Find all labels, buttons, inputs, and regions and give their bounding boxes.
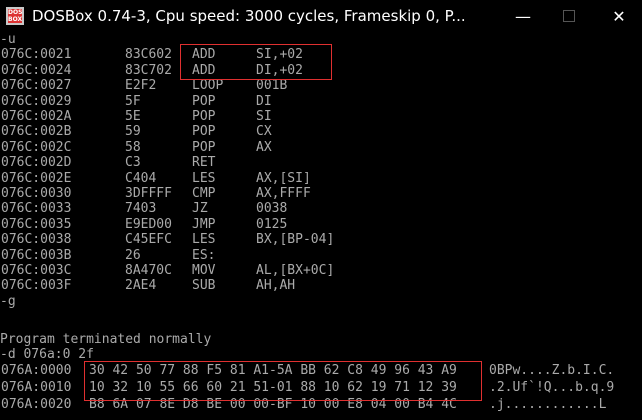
instruction-opcode: 2AE4: [125, 278, 157, 294]
instruction-opcode: 3DFFFF: [125, 186, 172, 201]
instruction-mnemonic: JZ: [192, 201, 208, 217]
instruction-operands: AX: [256, 139, 272, 155]
title-bar: DOS BOX DOSBox 0.74-3, Cpu speed: 3000 c…: [0, 0, 642, 32]
window-title: DOSBox 0.74-3, Cpu speed: 3000 cycles, F…: [32, 7, 466, 25]
instruction-mnemonic: LES: [192, 232, 216, 248]
instruction-operands: 0038: [256, 201, 288, 217]
instruction-opcode: 7403: [125, 201, 157, 217]
close-icon: ✕: [612, 6, 626, 26]
instruction-opcode: 26: [125, 247, 141, 263]
instruction-operands: 001B: [256, 78, 288, 94]
instruction-mnemonic: LES: [192, 170, 216, 186]
dump-ascii: .j............L: [489, 397, 607, 413]
instruction-address: 076C:003C: [1, 263, 72, 278]
instruction-opcode: C3: [125, 155, 141, 171]
instruction-mnemonic: RET: [192, 155, 216, 171]
instruction-address: 076C:003F: [1, 278, 72, 294]
instruction-opcode: 58: [125, 139, 141, 155]
close-button[interactable]: ✕: [596, 0, 642, 32]
dump-address: 076A:0000: [1, 363, 72, 378]
instruction-opcode: 59: [125, 124, 141, 140]
instruction-operands: 0125: [256, 216, 288, 232]
instruction-address: 076C:0038: [1, 232, 72, 248]
program-terminated-message: Program terminated normally: [0, 332, 212, 347]
instruction-mnemonic: POP: [192, 109, 216, 124]
instruction-address: 076C:002B: [1, 124, 72, 140]
command-u: -u: [0, 32, 16, 47]
instruction-mnemonic: POP: [192, 139, 216, 155]
instruction-address: 076C:0024: [1, 62, 72, 78]
instruction-mnemonic: ADD: [192, 47, 216, 63]
dos-terminal[interactable]: -u 076C:0021 83C602 ADD SI,+02 076C:0024 83C7…: [0, 32, 642, 420]
instruction-opcode: 8A470C: [125, 263, 172, 278]
instruction-operands: DI,+02: [256, 62, 303, 78]
instruction-opcode: 5E: [125, 109, 141, 124]
instruction-address: 076C:0030: [1, 186, 72, 201]
instruction-address: 076C:002E: [1, 170, 72, 186]
instruction-address: 076C:0029: [1, 93, 72, 109]
instruction-operands: AX,FFFF: [256, 186, 311, 201]
instruction-operands: AH,AH: [256, 278, 296, 294]
dump-hex-bytes: 10 32 10 55 66 60 21 51-01 88 10 62 19 7…: [89, 380, 457, 396]
instruction-address: 076C:0021: [1, 47, 72, 63]
dosbox-app-icon[interactable]: DOS BOX: [6, 7, 24, 25]
instruction-mnemonic: MOV: [192, 263, 216, 278]
minimize-icon: —: [515, 6, 531, 26]
instruction-opcode: 83C702: [125, 62, 172, 78]
instruction-opcode: 5F: [125, 93, 141, 109]
instruction-operands: BX,[BP-04]: [256, 232, 335, 248]
instruction-opcode: 83C602: [125, 47, 172, 63]
maximize-icon: [563, 10, 575, 22]
instruction-address: 076C:0035: [1, 216, 72, 232]
instruction-address: 076C:002D: [1, 155, 72, 171]
instruction-address: 076C:003B: [1, 247, 72, 263]
instruction-mnemonic: CMP: [192, 186, 216, 201]
instruction-address: 076C:002A: [1, 109, 72, 124]
instruction-mnemonic: LOOP: [192, 78, 224, 94]
dump-hex-bytes: 30 42 50 77 88 F5 81 A1-5A BB 62 C8 49 9…: [89, 363, 457, 378]
dump-address: 076A:0010: [1, 380, 72, 396]
instruction-opcode: C45EFC: [125, 232, 172, 248]
instruction-address: 076C:0033: [1, 201, 72, 217]
instruction-mnemonic: POP: [192, 124, 216, 140]
instruction-mnemonic: SUB: [192, 278, 216, 294]
command-d: -d 076a:0 2f: [0, 347, 94, 363]
instruction-operands: SI: [256, 109, 272, 124]
instruction-operands: CX: [256, 124, 272, 140]
dump-ascii: .2.Uf`!Q...b.q.9: [489, 380, 615, 396]
instruction-mnemonic: ES:: [192, 247, 216, 263]
instruction-address: 076C:0027: [1, 78, 72, 94]
instruction-mnemonic: ADD: [192, 62, 216, 78]
instruction-operands: DI: [256, 93, 272, 109]
app-icon-text: DOS BOX: [8, 9, 23, 23]
minimize-button[interactable]: —: [500, 0, 546, 32]
instruction-mnemonic: JMP: [192, 216, 216, 232]
instruction-address: 076C:002C: [1, 139, 72, 155]
instruction-opcode: E9ED00: [125, 216, 172, 232]
maximize-button[interactable]: [546, 0, 592, 32]
command-g: -g: [0, 293, 16, 309]
instruction-opcode: E2F2: [125, 78, 157, 94]
dump-address: 076A:0020: [1, 397, 72, 413]
dump-ascii: 0BPw....Z.b.I.C.: [489, 363, 615, 378]
instruction-operands: AL,[BX+0C]: [256, 263, 335, 278]
instruction-operands: SI,+02: [256, 47, 303, 63]
dump-hex-bytes: B8 6A 07 8E D8 BE 00 00-BF 10 00 E8 04 0…: [89, 397, 457, 413]
instruction-operands: AX,[SI]: [256, 170, 311, 186]
instruction-opcode: C404: [125, 170, 157, 186]
instruction-mnemonic: POP: [192, 93, 216, 109]
